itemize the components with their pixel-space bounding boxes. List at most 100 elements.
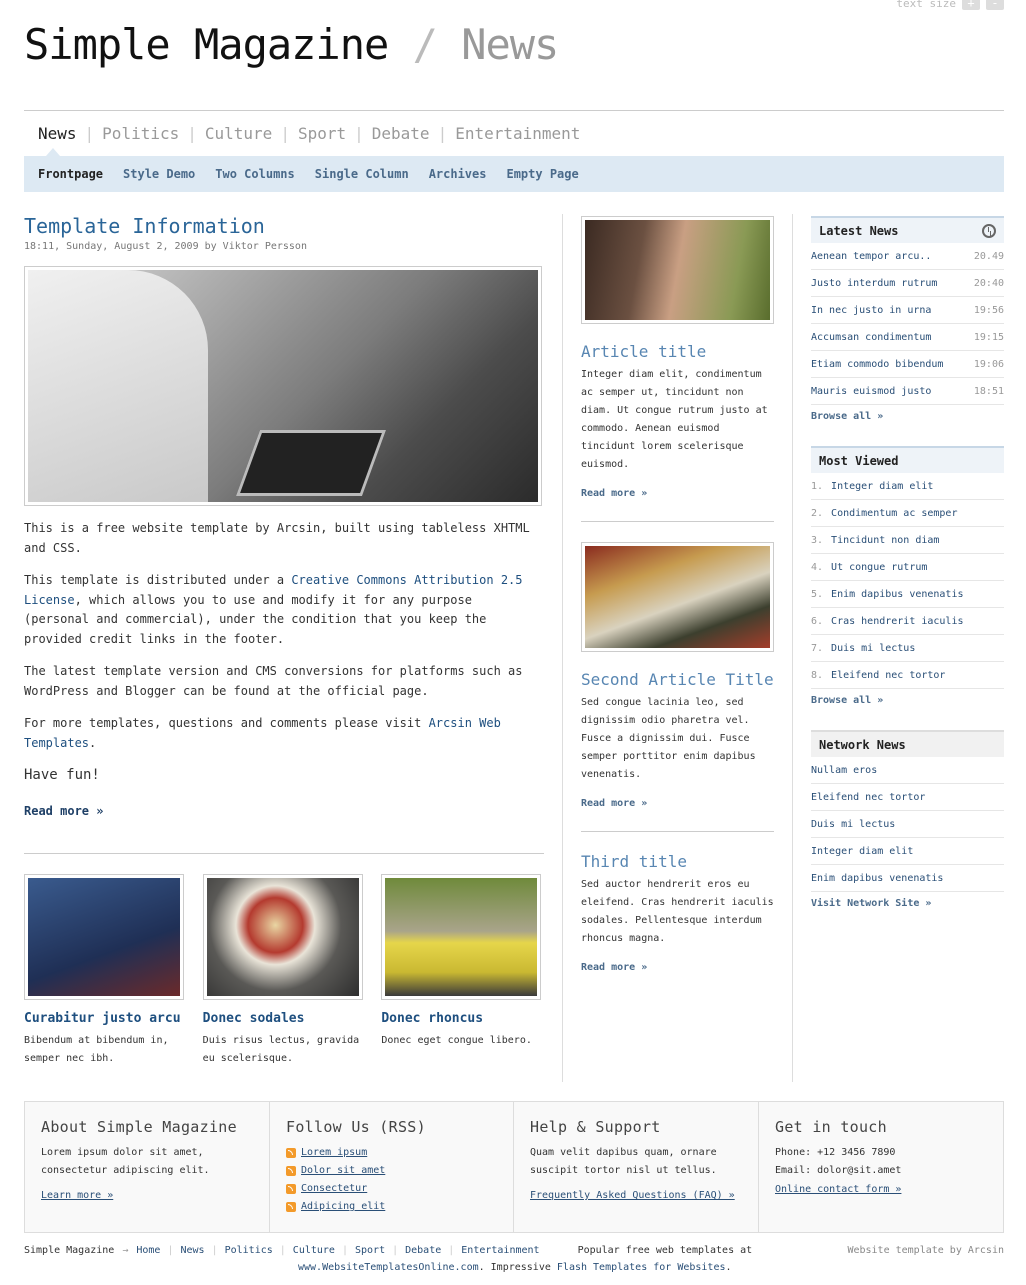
mid-article-title[interactable]: Article title [581, 342, 774, 361]
list-item: Consectetur [286, 1180, 497, 1198]
footer-nav-sport[interactable]: Sport [355, 1245, 385, 1256]
network-news-link[interactable]: Integer diam elit [811, 846, 913, 857]
sub-nav-single-column[interactable]: Single Column [315, 167, 409, 181]
mid-article: Third title Sed auctor hendrerit eros eu… [581, 852, 774, 973]
main-nav-culture[interactable]: Culture [205, 124, 272, 143]
teaser-title[interactable]: Curabitur justo arcu [24, 1012, 187, 1026]
most-viewed-link[interactable]: Tincidunt non diam [831, 535, 939, 546]
most-viewed-link[interactable]: Eleifend nec tortor [831, 670, 945, 681]
footer-nav-home[interactable]: Home [136, 1245, 160, 1256]
about-title: About Simple Magazine [41, 1118, 237, 1136]
column-divider [792, 214, 793, 1082]
mid-article-title[interactable]: Second Article Title [581, 670, 774, 689]
latest-news-list: Aenean tempor arcu.. 20.49 Justo interdum… [811, 243, 1004, 405]
browse-all-link[interactable]: Browse all » [811, 411, 1004, 422]
contact-form-link[interactable]: Online contact form » [775, 1184, 901, 1195]
sub-nav: Frontpage Style Demo Two Columns Single … [24, 156, 1004, 192]
latest-news-link[interactable]: Accumsan condimentum [811, 332, 931, 343]
main-nav-news[interactable]: News [38, 124, 77, 143]
network-news-link[interactable]: Nullam eros [811, 765, 877, 776]
teaser: Donec sodales Duis risus lectus, gravida… [202, 874, 366, 1067]
list-item: 7. Duis mi lectus [811, 635, 1004, 662]
main-nav-entertainment[interactable]: Entertainment [455, 124, 580, 143]
template-credit[interactable]: Website template by Arcsin [847, 1245, 1004, 1256]
most-viewed-link[interactable]: Ut congue rutrum [831, 562, 927, 573]
list-item: Adipicing elit [286, 1198, 497, 1216]
list-item: Lorem ipsum [286, 1144, 497, 1162]
browse-all-link[interactable]: Browse all » [811, 695, 1004, 706]
latest-news-link[interactable]: In nec justo in urna [811, 305, 931, 316]
follow-title: Follow Us (RSS) [286, 1118, 426, 1136]
sub-nav-empty-page[interactable]: Empty Page [506, 167, 578, 181]
list-item: Duis mi lectus [811, 811, 1004, 838]
flash-templates-link[interactable]: Flash Templates for Websites [557, 1262, 726, 1273]
most-viewed-link[interactable]: Enim dapibus venenatis [831, 589, 963, 600]
footer-nav-news[interactable]: News [180, 1245, 204, 1256]
news-time: 18:51 [973, 385, 1004, 397]
latest-news-link[interactable]: Aenean tempor arcu.. [811, 251, 931, 262]
promo-link[interactable]: www.WebsiteTemplatesOnline.com [298, 1262, 479, 1273]
text-size-increase-button[interactable]: + [962, 0, 980, 10]
contact-box: Get in touch Phone: +12 3456 7890 Email:… [759, 1102, 1003, 1232]
read-more-link[interactable]: Read more » [581, 488, 774, 499]
rss-link[interactable]: Lorem ipsum [301, 1144, 367, 1162]
list-item: 1. Integer diam elit [811, 473, 1004, 500]
about-text: Lorem ipsum dolor sit amet, consectetur … [41, 1147, 210, 1176]
teaser-photo[interactable] [381, 874, 542, 1000]
mid-article-title[interactable]: Third title [581, 852, 774, 871]
read-more-link[interactable]: Read more » [24, 804, 544, 818]
site-logo[interactable]: Simple Magazine / News [24, 20, 559, 69]
sub-nav-archives[interactable]: Archives [429, 167, 487, 181]
about-box: About Simple Magazine Lorem ipsum dolor … [25, 1102, 270, 1232]
text-size-label: text size [896, 0, 956, 10]
mid-article-photo[interactable] [581, 542, 774, 652]
read-more-link[interactable]: Read more » [581, 962, 774, 973]
most-viewed-link[interactable]: Condimentum ac semper [831, 508, 957, 519]
teaser: Donec rhoncus Donec eget congue libero. [381, 874, 544, 1067]
list-item: 8. Eleifend nec tortor [811, 662, 1004, 689]
sub-nav-frontpage[interactable]: Frontpage [38, 167, 103, 181]
main-nav-debate[interactable]: Debate [372, 124, 430, 143]
news-time: 20:40 [973, 277, 1004, 289]
footer-nav-debate[interactable]: Debate [405, 1245, 441, 1256]
most-viewed-link[interactable]: Duis mi lectus [831, 643, 915, 654]
active-nav-pointer-icon [46, 148, 60, 156]
visit-network-link[interactable]: Visit Network Site » [811, 898, 1004, 909]
teaser-photo[interactable] [202, 874, 363, 1000]
main-nav-sport[interactable]: Sport [298, 124, 346, 143]
main-nav-politics[interactable]: Politics [102, 124, 179, 143]
text-size-decrease-button[interactable]: - [986, 0, 1004, 10]
teaser-photo[interactable] [24, 874, 184, 1000]
teaser-title[interactable]: Donec sodales [203, 1012, 366, 1026]
latest-news-header: Latest News [811, 216, 1004, 243]
latest-news-link[interactable]: Mauris euismod justo [811, 386, 931, 397]
footer-nav-culture[interactable]: Culture [293, 1245, 335, 1256]
sub-nav-style-demo[interactable]: Style Demo [123, 167, 195, 181]
article-title[interactable]: Template Information [24, 214, 544, 238]
article-paragraph: Have fun! [24, 767, 100, 783]
network-news-link[interactable]: Enim dapibus venenatis [811, 873, 943, 884]
teaser-title[interactable]: Donec rhoncus [381, 1012, 544, 1026]
rss-link[interactable]: Consectetur [301, 1180, 367, 1198]
learn-more-link[interactable]: Learn more » [41, 1190, 113, 1201]
sub-nav-two-columns[interactable]: Two Columns [215, 167, 294, 181]
most-viewed-link[interactable]: Integer diam elit [831, 481, 933, 492]
mid-article-photo[interactable] [581, 216, 774, 324]
footer-site-name: Simple Magazine [24, 1245, 115, 1256]
most-viewed-link[interactable]: Cras hendrerit iaculis [831, 616, 963, 627]
faq-link[interactable]: Frequently Asked Questions (FAQ) » [530, 1190, 735, 1201]
mid-article-text: Sed congue lacinia leo, sed dignissim od… [581, 697, 756, 780]
contact-email: Email: dolor@sit.amet [775, 1165, 902, 1176]
rss-link[interactable]: Dolor sit amet [301, 1162, 385, 1180]
network-news-link[interactable]: Duis mi lectus [811, 819, 895, 830]
latest-news-link[interactable]: Etiam commodo bibendum [811, 359, 943, 370]
footer-nav-entertainment[interactable]: Entertainment [461, 1245, 539, 1256]
latest-news-link[interactable]: Justo interdum rutrum [811, 278, 937, 289]
network-news-link[interactable]: Eleifend nec tortor [811, 792, 925, 803]
list-item: Nullam eros [811, 757, 1004, 784]
footer-nav-politics[interactable]: Politics [225, 1245, 273, 1256]
read-more-link[interactable]: Read more » [581, 798, 774, 809]
follow-box: Follow Us (RSS) Lorem ipsum Dolor sit am… [270, 1102, 514, 1232]
rss-link[interactable]: Adipicing elit [301, 1198, 385, 1216]
help-title: Help & Support [530, 1118, 661, 1136]
